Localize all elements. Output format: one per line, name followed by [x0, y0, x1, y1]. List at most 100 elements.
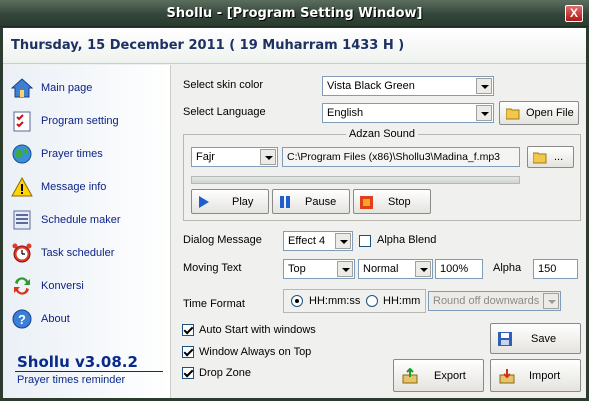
app-window: Shollu - [Program Setting Window] X Thur…	[0, 0, 589, 401]
dialog-message-label: Dialog Message	[183, 234, 262, 246]
pause-label: Pause	[305, 195, 337, 208]
alpha-label: Alpha	[493, 262, 522, 274]
play-button[interactable]: Play	[191, 189, 269, 214]
home-icon	[11, 78, 33, 98]
checklist-icon	[13, 111, 31, 132]
time-format-hhmmss-label: HH:mm:ss	[309, 295, 361, 307]
language-label: Select Language	[183, 106, 266, 118]
sidebar-item-about[interactable]: ? About	[9, 307, 167, 331]
chevron-down-icon[interactable]	[543, 293, 559, 309]
sidebar-item-konversi[interactable]: Konversi	[9, 274, 167, 298]
chevron-down-icon[interactable]	[415, 261, 431, 277]
moving-position-select[interactable]: Top	[283, 259, 355, 279]
moving-speed-value: Normal	[363, 263, 399, 275]
app-version: Shollu v3.08.2	[17, 353, 138, 371]
import-label: Import	[529, 369, 561, 382]
pause-button[interactable]: Pause	[272, 189, 350, 214]
folder-icon	[533, 152, 547, 164]
close-button[interactable]: X	[565, 5, 583, 22]
export-icon	[402, 368, 418, 384]
sidebar-item-program-setting[interactable]: Program setting	[9, 109, 167, 133]
browse-sound-button[interactable]: ...	[527, 146, 574, 168]
always-on-top-checkbox[interactable]	[182, 346, 194, 358]
moving-position-value: Top	[288, 263, 306, 275]
language-value: English	[327, 107, 364, 119]
alarm-clock-icon	[12, 243, 32, 263]
language-select[interactable]: English	[322, 103, 494, 123]
alpha-blend-checkbox[interactable]	[359, 235, 371, 247]
window-body: Thursday, 15 December 2011 ( 19 Muharram…	[3, 28, 586, 398]
brand-underline	[15, 371, 163, 372]
sidebar-item-label: Main page	[41, 82, 93, 94]
time-format-label: Time Format	[183, 298, 245, 310]
browse-label: ...	[554, 151, 564, 163]
time-format-hhmm-label: HH:mm	[383, 295, 421, 307]
stop-label: Stop	[388, 195, 411, 208]
auto-start-checkbox[interactable]	[182, 324, 194, 336]
globe-icon	[12, 144, 32, 164]
adzan-sound-title-wrap: Adzan Sound	[184, 128, 580, 140]
stop-button[interactable]: Stop	[353, 189, 431, 214]
sidebar-item-message-info[interactable]: Message info	[9, 175, 167, 199]
sidebar-item-label: Task scheduler	[41, 247, 115, 259]
chevron-down-icon[interactable]	[476, 105, 492, 121]
convert-icon	[14, 277, 30, 295]
prayer-value: Fajr	[196, 151, 215, 163]
play-label: Play	[232, 195, 254, 208]
window-title: Shollu - [Program Setting Window]	[166, 6, 423, 21]
drop-zone-checkbox[interactable]	[182, 367, 194, 379]
round-off-select[interactable]: Round off downwards	[428, 291, 561, 311]
help-icon: ?	[12, 309, 32, 329]
date-header: Thursday, 15 December 2011 ( 19 Muharram…	[3, 28, 586, 64]
moving-text-label: Moving Text	[183, 262, 242, 274]
always-on-top-label: Window Always on Top	[199, 346, 312, 358]
auto-start-label: Auto Start with windows	[199, 324, 316, 336]
sidebar-item-label: Program setting	[41, 115, 119, 127]
play-icon	[199, 196, 209, 208]
folder-icon	[506, 108, 520, 120]
time-format-group: HH:mm:ss HH:mm	[283, 289, 426, 313]
import-button[interactable]: Import	[490, 359, 581, 392]
open-file-label: Open File	[526, 107, 574, 119]
moving-speed-select[interactable]: Normal	[358, 259, 433, 279]
title-bar: Shollu - [Program Setting Window] X	[0, 0, 589, 27]
sidebar: Main page Program setting Prayer times M…	[3, 65, 171, 398]
stop-icon	[360, 196, 373, 209]
chevron-down-icon[interactable]	[476, 78, 492, 94]
sound-progress-bar[interactable]	[191, 176, 520, 184]
warning-icon	[11, 176, 33, 197]
prayer-select[interactable]: Fajr	[191, 147, 278, 167]
chevron-down-icon[interactable]	[260, 149, 276, 165]
skin-color-value: Vista Black Green	[327, 80, 415, 92]
adzan-sound-title: Adzan Sound	[345, 128, 419, 140]
chevron-down-icon[interactable]	[337, 261, 353, 277]
alpha-value: 150	[538, 263, 557, 275]
sound-file-path[interactable]: C:\Program Files (x86)\Shollu3\Madina_f.…	[282, 147, 520, 167]
sound-file-path-value: C:\Program Files (x86)\Shollu3\Madina_f.…	[287, 151, 501, 163]
open-file-button[interactable]: Open File	[499, 101, 579, 125]
dialog-effect-select[interactable]: Effect 4	[283, 231, 353, 251]
moving-percent-value: 100%	[440, 263, 469, 275]
save-label: Save	[531, 332, 557, 345]
save-button[interactable]: Save	[490, 323, 581, 354]
save-icon	[498, 332, 512, 346]
moving-percent-input[interactable]: 100%	[435, 259, 483, 279]
sidebar-item-label: Prayer times	[41, 148, 103, 160]
svg-text:?: ?	[18, 312, 26, 327]
sidebar-item-prayer-times[interactable]: Prayer times	[9, 142, 167, 166]
chevron-down-icon[interactable]	[335, 233, 351, 249]
sidebar-item-schedule-maker[interactable]: Schedule maker	[9, 208, 167, 232]
sidebar-item-label: About	[41, 313, 70, 325]
time-format-hhmmss-radio[interactable]	[291, 295, 303, 307]
drop-zone-label: Drop Zone	[199, 367, 251, 379]
sidebar-item-main-page[interactable]: Main page	[9, 76, 167, 100]
alpha-input[interactable]: 150	[533, 259, 578, 279]
time-format-hhmm-radio[interactable]	[366, 295, 378, 307]
sidebar-item-label: Schedule maker	[41, 214, 121, 226]
import-icon	[499, 369, 515, 384]
sidebar-item-task-scheduler[interactable]: Task scheduler	[9, 241, 167, 265]
schedule-icon	[13, 210, 31, 230]
export-button[interactable]: Export	[393, 359, 484, 392]
skin-color-select[interactable]: Vista Black Green	[322, 76, 494, 96]
skin-color-label: Select skin color	[183, 79, 264, 91]
